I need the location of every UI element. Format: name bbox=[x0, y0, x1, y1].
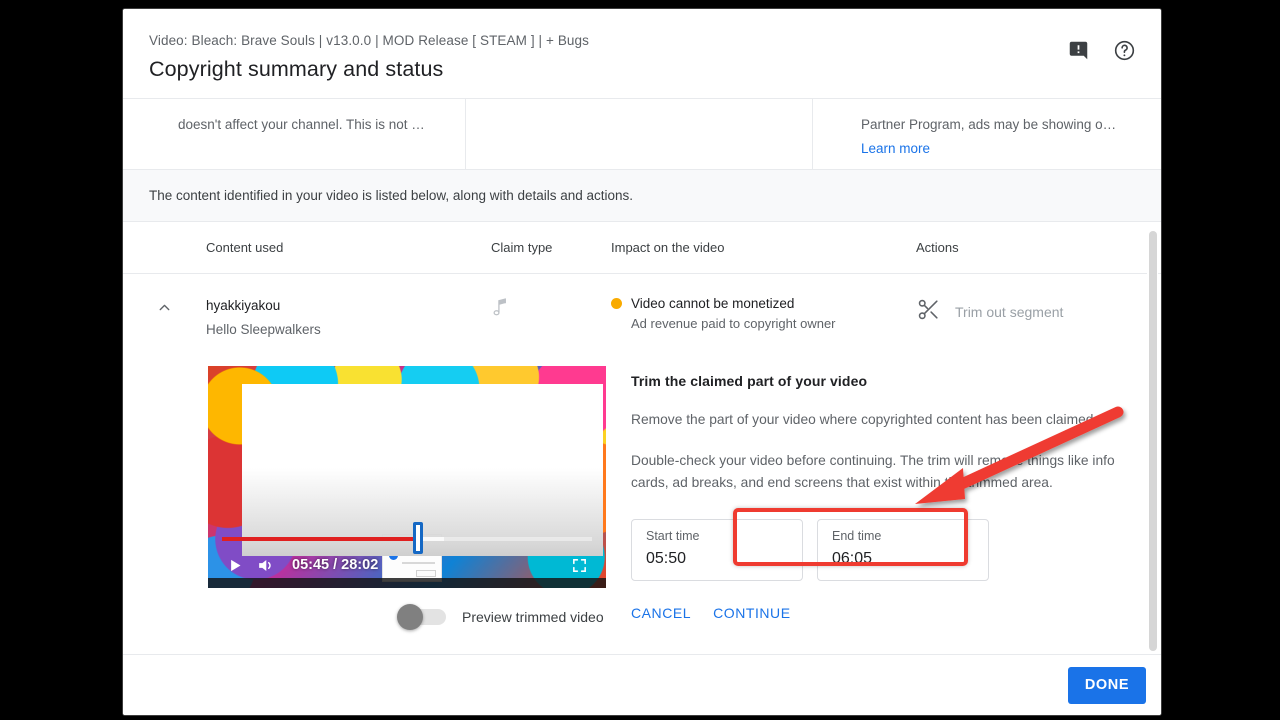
video-progress-played bbox=[222, 537, 419, 541]
video-player[interactable]: 05:45 / 28:02 bbox=[208, 366, 606, 588]
copyright-dialog: Video: Bleach: Brave Souls | v13.0.0 | M… bbox=[122, 8, 1162, 716]
toggle-knob bbox=[397, 604, 423, 630]
end-time-label: End time bbox=[832, 529, 882, 544]
column-header-actions: Actions bbox=[916, 240, 959, 255]
cell-claim-type bbox=[491, 296, 611, 323]
video-name-subtitle: Video: Bleach: Brave Souls | v13.0.0 | M… bbox=[149, 33, 590, 48]
summary-card-monetization-text: Partner Program, ads may be showing o… bbox=[861, 117, 1117, 132]
header-icon-group bbox=[1065, 37, 1137, 63]
help-icon[interactable] bbox=[1111, 37, 1137, 63]
impact-secondary-text: Ad revenue paid to copyright owner bbox=[631, 316, 836, 331]
cancel-button[interactable]: CANCEL bbox=[631, 605, 691, 621]
video-progress-bar[interactable] bbox=[222, 537, 592, 541]
chevron-up-icon[interactable] bbox=[123, 296, 206, 316]
start-time-label: Start time bbox=[646, 529, 700, 544]
end-time-value: 06:05 bbox=[832, 550, 873, 568]
scrollbar-thumb[interactable] bbox=[1149, 231, 1157, 651]
feedback-icon[interactable] bbox=[1065, 37, 1091, 63]
summary-cards-row: doesn't affect your channel. This is not… bbox=[123, 98, 1161, 170]
music-note-icon bbox=[491, 298, 510, 322]
claim-content-artist: Hello Sleepwalkers bbox=[206, 321, 321, 337]
dialog-footer: DONE bbox=[123, 654, 1161, 715]
claims-section: Content used Claim type Impact on the vi… bbox=[123, 222, 1161, 630]
time-fields-group: Start time 05:50 End time 06:05 bbox=[631, 519, 1131, 582]
video-controls-bar: 05:45 / 28:02 bbox=[208, 550, 606, 580]
fullscreen-icon[interactable] bbox=[564, 557, 594, 574]
video-preview-column: 05:45 / 28:02 Preview trimmed video bbox=[208, 366, 606, 630]
trim-paragraph-1: Remove the part of your video where copy… bbox=[631, 412, 1094, 427]
trim-out-segment-label: Trim out segment bbox=[955, 304, 1064, 320]
trim-instructions-column: Trim the claimed part of your video Remo… bbox=[631, 366, 1131, 625]
scissors-icon bbox=[916, 297, 941, 327]
column-header-claim-type: Claim type bbox=[491, 240, 553, 255]
summary-card-channel-text: doesn't affect your channel. This is not… bbox=[178, 117, 425, 132]
video-time-readout: 05:45 / 28:02 bbox=[292, 557, 379, 573]
trim-heading: Trim the claimed part of your video bbox=[631, 373, 868, 389]
preview-toggle-row: Preview trimmed video bbox=[208, 604, 606, 630]
content-notice: The content identified in your video is … bbox=[123, 170, 1161, 222]
screen: Video: Bleach: Brave Souls | v13.0.0 | M… bbox=[0, 0, 1280, 720]
claim-content-title: hyakkiyakou bbox=[206, 298, 281, 313]
learn-more-link[interactable]: Learn more bbox=[861, 141, 1137, 156]
cell-actions[interactable]: Trim out segment bbox=[916, 296, 1136, 327]
impact-primary-text: Video cannot be monetized bbox=[631, 296, 795, 311]
table-header-row: Content used Claim type Impact on the vi… bbox=[123, 222, 1161, 274]
column-header-content-used: Content used bbox=[206, 240, 284, 255]
summary-card-monetization: Partner Program, ads may be showing o… L… bbox=[813, 99, 1161, 169]
preview-trimmed-video-toggle[interactable] bbox=[397, 604, 446, 630]
preview-toggle-label: Preview trimmed video bbox=[462, 609, 604, 625]
column-header-impact: Impact on the video bbox=[611, 240, 725, 255]
impact-primary-row: Video cannot be monetized bbox=[611, 296, 916, 311]
trim-action-buttons: CANCEL CONTINUE bbox=[631, 605, 1131, 621]
start-time-value: 05:50 bbox=[646, 550, 687, 568]
summary-card-channel: doesn't affect your channel. This is not… bbox=[123, 99, 466, 169]
page-title: Copyright summary and status bbox=[149, 57, 444, 81]
status-dot-icon bbox=[611, 298, 622, 309]
trim-panel: 05:45 / 28:02 Preview trimmed video Trim… bbox=[123, 352, 1161, 630]
dialog-header: Video: Bleach: Brave Souls | v13.0.0 | M… bbox=[123, 9, 1161, 98]
summary-card-middle bbox=[466, 99, 813, 169]
table-row: hyakkiyakou Hello Sleepwalkers Video can… bbox=[123, 274, 1161, 352]
continue-button[interactable]: CONTINUE bbox=[713, 605, 791, 621]
volume-icon[interactable] bbox=[250, 556, 280, 575]
play-icon[interactable] bbox=[220, 558, 250, 573]
done-button[interactable]: DONE bbox=[1068, 666, 1146, 704]
cell-content-used: hyakkiyakou Hello Sleepwalkers bbox=[206, 296, 491, 339]
trim-paragraph-2: Double-check your video before continuin… bbox=[631, 453, 1115, 490]
start-time-field[interactable]: Start time 05:50 bbox=[631, 519, 803, 582]
end-time-field[interactable]: End time 06:05 bbox=[817, 519, 989, 582]
cell-impact: Video cannot be monetized Ad revenue pai… bbox=[611, 296, 916, 331]
